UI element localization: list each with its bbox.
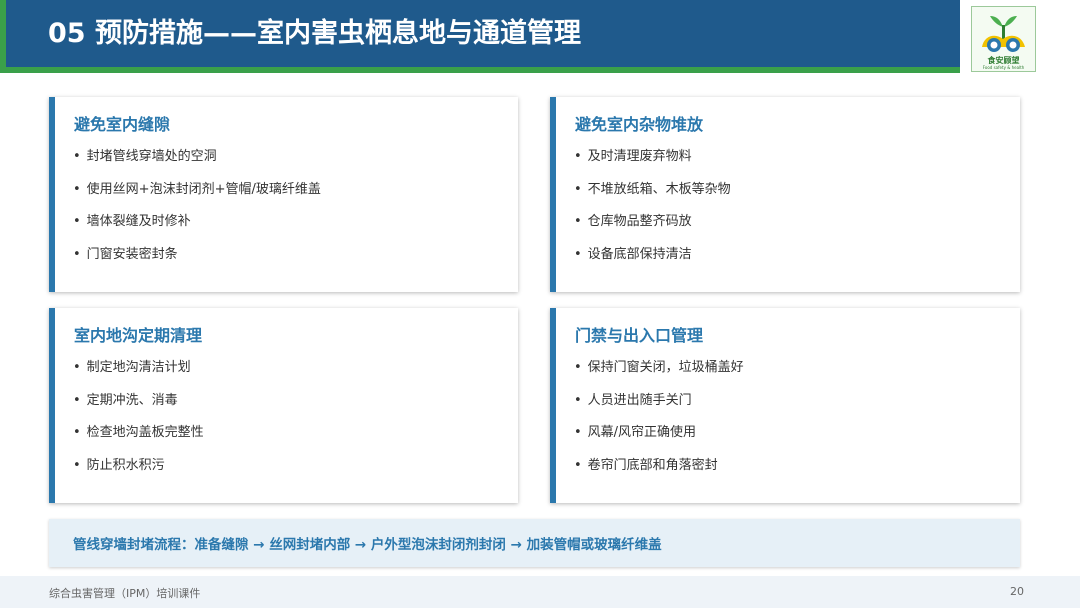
header-accent-bar xyxy=(0,0,6,72)
list-item: • 封堵管线穿墙处的空洞 xyxy=(73,149,217,164)
card-list: • 制定地沟清洁计划 • 定期冲洗、消毒 • 检查地沟盖板完整性 • 防止积水积污 xyxy=(73,360,204,490)
card-access-control: 门禁与出入口管理 • 保持门窗关闭，垃圾桶盖好 • 人员进出随手关门 • 风幕/风帘正… xyxy=(550,308,1020,503)
card-drain-cleaning: 室内地沟定期清理 • 制定地沟清洁计划 • 定期冲洗、消毒 • 检查地沟盖板完整性 •… xyxy=(49,308,518,503)
list-item: • 检查地沟盖板完整性 xyxy=(73,425,204,440)
card-title: 室内地沟定期清理 xyxy=(74,326,203,345)
list-item: • 及时清理废弃物料 xyxy=(574,149,692,164)
list-item: • 不堆放纸箱、木板等杂物 xyxy=(574,181,731,197)
logo: 食安顾望 Food safety & health xyxy=(971,6,1036,72)
list-item: • 人员进出随手关门 xyxy=(574,392,692,408)
card-title: 避免室内杂物堆放 xyxy=(575,115,704,134)
list-item: • 使用丝网+泡沫封闭剂+管帽/玻璃纤维盖 xyxy=(73,181,321,197)
logo-text: 食安顾望 xyxy=(987,56,1020,65)
card-avoid-clutter: 避免室内杂物堆放 • 及时清理废弃物料 • 不堆放纸箱、木板等杂物 • 仓库物品整齐码… xyxy=(550,97,1020,292)
card-title: 门禁与出入口管理 xyxy=(575,326,704,345)
page-number: 20 xyxy=(1010,585,1024,598)
list-item: • 卷帘门底部和角落密封 xyxy=(574,457,718,473)
logo-emblem-icon xyxy=(982,16,1025,52)
list-item: • 制定地沟清洁计划 xyxy=(73,360,191,375)
card-list: • 及时清理废弃物料 • 不堆放纸箱、木板等杂物 • 仓库物品整齐码放 • 设备底部保持… xyxy=(574,149,731,279)
list-item: • 墙体裂缝及时修补 xyxy=(73,214,191,229)
card-avoid-gaps: 避免室内缝隙 • 封堵管线穿墙处的空洞 • 使用丝网+泡沫封闭剂+管帽/玻璃纤维盖 … xyxy=(49,97,518,292)
list-item: • 设备底部保持清洁 xyxy=(574,246,692,262)
logo-area: 食安顾望 Food safety & health xyxy=(960,0,1080,77)
header-underline xyxy=(0,67,960,73)
list-item: • 防止积水积污 xyxy=(73,457,165,473)
logo-subtext: Food safety & health xyxy=(982,65,1025,70)
list-item: • 风幕/风帘正确使用 xyxy=(574,425,697,440)
card-list: • 保持门窗关闭，垃圾桶盖好 • 人员进出随手关门 • 风幕/风帘正确使用 • 卷帘门底… xyxy=(574,360,744,490)
list-item: • 保持门窗关闭，垃圾桶盖好 xyxy=(574,360,744,375)
sealing-process-banner: 管线穿墙封堵流程：准备缝隙 → 丝网封堵内部 → 户外型泡沫封闭剂封闭 → 加装… xyxy=(49,519,1020,567)
card-list: • 封堵管线穿墙处的空洞 • 使用丝网+泡沫封闭剂+管帽/玻璃纤维盖 • 墙体裂缝及时… xyxy=(73,149,321,279)
slide-title: 05 预防措施——室内害虫栖息地与通道管理 xyxy=(48,18,581,49)
list-item: • 定期冲洗、消毒 xyxy=(73,392,178,408)
sealing-process-text: 管线穿墙封堵流程：准备缝隙 → 丝网封堵内部 → 户外型泡沫封闭剂封闭 → 加装… xyxy=(73,537,662,553)
list-item: • 仓库物品整齐码放 xyxy=(574,214,692,229)
slide-footer: 综合虫害管理（IPM）培训课件 20 xyxy=(0,576,1080,608)
list-item: • 门窗安装密封条 xyxy=(73,246,178,262)
course-name: 综合虫害管理（IPM）培训课件 xyxy=(49,587,201,600)
card-title: 避免室内缝隙 xyxy=(74,115,171,134)
